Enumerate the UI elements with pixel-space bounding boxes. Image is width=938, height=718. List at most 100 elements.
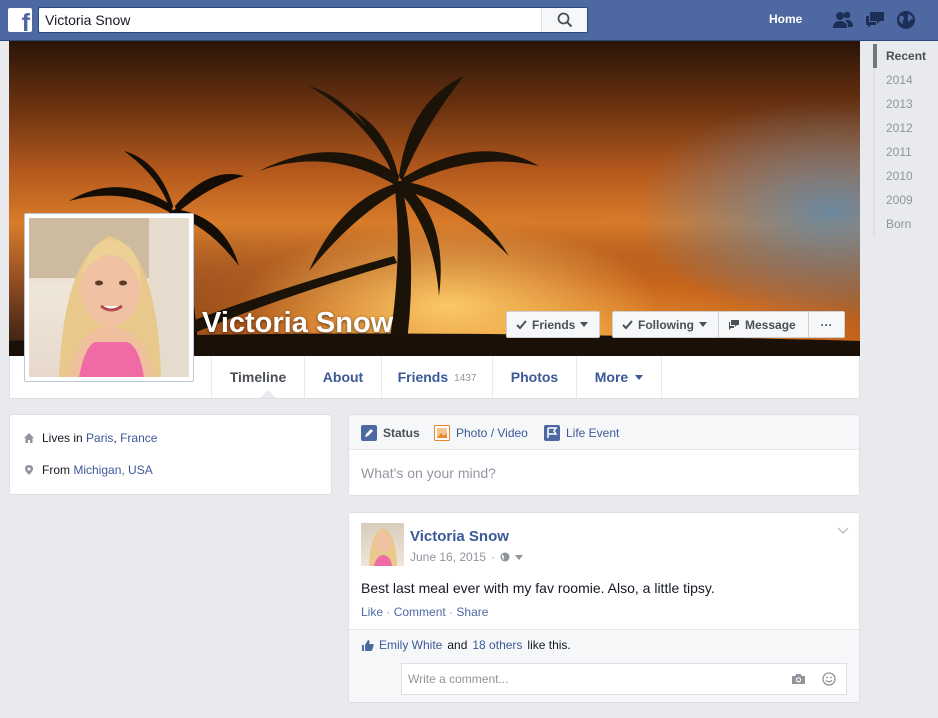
timeline-nav-recent[interactable]: Recent bbox=[873, 44, 938, 68]
from-prefix: From bbox=[42, 463, 70, 477]
message-button-label: Message bbox=[745, 317, 796, 332]
friends-button-label: Friends bbox=[532, 317, 576, 332]
timeline-nav-year[interactable]: 2011 bbox=[873, 140, 938, 164]
likes-summary: Emily White and 18 others like this. bbox=[361, 638, 571, 652]
timeline-year-nav: Recent 2014 2013 2012 2011 2010 2009 Bor… bbox=[873, 44, 938, 236]
message-icon bbox=[729, 320, 739, 330]
home-icon bbox=[24, 433, 34, 443]
following-button[interactable]: Following bbox=[612, 311, 719, 338]
lives-in-prefix: Lives in bbox=[42, 431, 83, 445]
timeline-nav-year[interactable]: 2010 bbox=[873, 164, 938, 188]
tab-more[interactable]: More bbox=[576, 356, 662, 398]
meta-separator: · bbox=[491, 550, 496, 564]
friends-count: 1437 bbox=[454, 372, 477, 384]
more-options-button[interactable]: ··· bbox=[808, 311, 845, 338]
checkmark-icon bbox=[622, 319, 633, 329]
more-options-icon: ··· bbox=[820, 317, 833, 332]
profile-portrait bbox=[29, 218, 189, 377]
status-input[interactable] bbox=[349, 451, 859, 495]
message-button[interactable]: Message bbox=[718, 311, 809, 338]
search-button[interactable] bbox=[541, 8, 587, 32]
lives-in-city-link[interactable]: Paris bbox=[86, 431, 113, 445]
tab-timeline[interactable]: Timeline bbox=[211, 356, 304, 398]
timeline-nav-year[interactable]: 2014 bbox=[873, 68, 938, 92]
chevron-down-icon bbox=[580, 322, 589, 327]
tab-label: About bbox=[322, 369, 364, 385]
home-link[interactable]: Home bbox=[769, 12, 802, 26]
like-link[interactable]: Like bbox=[361, 605, 383, 619]
tab-about[interactable]: About bbox=[304, 356, 381, 398]
life-event-label: Life Event bbox=[566, 426, 620, 440]
privacy-chevron-icon[interactable] bbox=[515, 554, 524, 560]
lives-in-separator: , bbox=[113, 431, 117, 445]
chevron-down-icon bbox=[635, 374, 644, 380]
intro-card: Lives in Paris, France From Michigan, US… bbox=[9, 414, 332, 495]
likes-suffix: like this. bbox=[527, 638, 571, 652]
tab-friends[interactable]: Friends 1437 bbox=[381, 356, 492, 398]
camera-icon[interactable] bbox=[791, 673, 806, 685]
friend-requests-icon[interactable] bbox=[832, 10, 854, 30]
likes-and-text: and bbox=[447, 638, 468, 652]
search-icon bbox=[557, 12, 572, 28]
flag-icon bbox=[544, 425, 560, 441]
comment-input[interactable] bbox=[402, 664, 782, 694]
post-actions: Like · Comment · Share bbox=[361, 605, 488, 619]
author-thumbnail bbox=[369, 528, 397, 566]
post-author-avatar[interactable] bbox=[361, 523, 404, 566]
likes-and-comments: Emily White and 18 others like this. bbox=[349, 629, 859, 702]
facebook-logo[interactable]: f bbox=[8, 8, 32, 32]
timeline-nav-year[interactable]: 2012 bbox=[873, 116, 938, 140]
photo-icon bbox=[434, 425, 450, 441]
tab-label: Friends bbox=[397, 369, 449, 385]
search-input[interactable] bbox=[39, 8, 541, 32]
from-row: From Michigan, USA bbox=[23, 463, 153, 477]
post-author-link[interactable]: Victoria Snow bbox=[410, 528, 509, 545]
post-text: Best last meal ever with my fav roomie. … bbox=[361, 580, 715, 596]
tab-label: Timeline bbox=[229, 369, 287, 385]
messages-icon[interactable] bbox=[864, 10, 886, 30]
following-button-label: Following bbox=[638, 317, 694, 332]
emoji-icon[interactable] bbox=[822, 672, 836, 686]
active-tab-pointer bbox=[260, 390, 276, 398]
timeline-nav-born[interactable]: Born bbox=[873, 212, 938, 236]
notifications-globe-icon[interactable] bbox=[895, 10, 917, 30]
search-bar bbox=[38, 7, 588, 33]
action-separator: · bbox=[386, 605, 391, 619]
location-pin-icon bbox=[25, 465, 33, 475]
from-place-link[interactable]: Michigan, USA bbox=[73, 463, 152, 477]
timeline-nav-year[interactable]: 2013 bbox=[873, 92, 938, 116]
composer-tab-photo-video[interactable]: Photo / Video bbox=[434, 425, 528, 441]
lives-in-row: Lives in Paris, France bbox=[23, 431, 157, 445]
composer-tabs: Status Photo / Video Life Event bbox=[349, 415, 859, 450]
friends-button[interactable]: Friends bbox=[506, 311, 600, 338]
tab-photos[interactable]: Photos bbox=[492, 356, 576, 398]
chevron-down-icon bbox=[699, 322, 707, 327]
post-meta: June 16, 2015 · bbox=[410, 550, 524, 564]
liker-name-link[interactable]: Emily White bbox=[379, 638, 442, 652]
public-globe-icon[interactable] bbox=[500, 552, 510, 562]
comment-box bbox=[401, 663, 847, 695]
profile-name[interactable]: Victoria Snow bbox=[202, 307, 393, 340]
status-label: Status bbox=[383, 426, 420, 440]
profile-photo bbox=[29, 218, 189, 377]
composer-tab-status[interactable]: Status bbox=[361, 425, 420, 441]
photo-video-label: Photo / Video bbox=[456, 426, 528, 440]
post-date[interactable]: June 16, 2015 bbox=[410, 550, 486, 564]
logo-letter: f bbox=[21, 9, 30, 33]
composer-tab-life-event[interactable]: Life Event bbox=[544, 425, 619, 441]
comment-link[interactable]: Comment bbox=[394, 605, 446, 619]
thumbs-up-icon bbox=[362, 639, 374, 651]
checkmark-icon bbox=[516, 319, 527, 329]
timeline-nav-year[interactable]: 2009 bbox=[873, 188, 938, 212]
post-composer: Status Photo / Video Life Event bbox=[348, 414, 860, 496]
tab-label: More bbox=[594, 369, 629, 385]
tab-label: Photos bbox=[510, 369, 559, 385]
profile-picture[interactable] bbox=[24, 213, 194, 382]
pencil-icon bbox=[361, 425, 377, 441]
other-likers-link[interactable]: 18 others bbox=[472, 638, 522, 652]
timeline-post: Victoria Snow June 16, 2015 · Best last … bbox=[348, 512, 860, 703]
post-options-chevron-icon[interactable] bbox=[837, 527, 849, 535]
share-link[interactable]: Share bbox=[456, 605, 488, 619]
lives-in-country-link[interactable]: France bbox=[120, 431, 157, 445]
action-separator: · bbox=[449, 605, 454, 619]
